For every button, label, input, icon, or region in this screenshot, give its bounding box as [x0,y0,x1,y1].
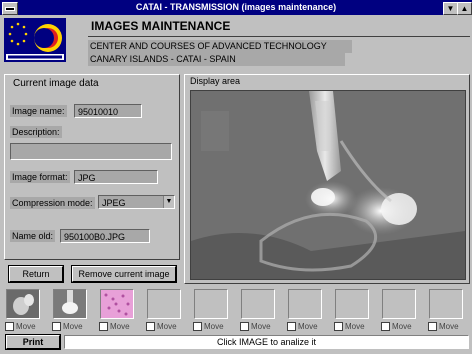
move-label: Move [439,322,459,331]
move-checkbox-9[interactable]: Move [381,322,412,331]
checkbox-icon[interactable] [381,322,390,331]
window-titlebar: CATAI - TRANSMISSION (images maintenance… [0,0,472,15]
move-checkbox-6[interactable]: Move [240,322,271,331]
move-checkbox-5[interactable]: Move [193,322,224,331]
move-label: Move [204,322,224,331]
image-name-label: Image name: [10,105,67,117]
thumbnail-1[interactable] [6,289,40,319]
checkbox-icon[interactable] [5,322,14,331]
move-label: Move [110,322,130,331]
compression-mode-label: Compression mode: [10,197,95,209]
thumbnail-8[interactable] [335,289,369,319]
checkbox-icon[interactable] [334,322,343,331]
header-divider [88,36,470,37]
description-label: Description: [10,126,62,138]
checkbox-icon[interactable] [240,322,249,331]
move-label: Move [157,322,177,331]
system-menu-icon[interactable] [2,2,18,15]
checkbox-icon[interactable] [99,322,108,331]
thumbnail-3[interactable] [100,289,134,319]
image-format-field[interactable]: JPG [74,170,158,184]
move-label: Move [298,322,318,331]
name-old-field[interactable]: 950100B0.JPG [60,229,150,243]
status-bar: Click IMAGE to analize it [64,335,469,349]
print-button[interactable]: Print [5,334,61,350]
header-subtitle-2: CANARY ISLANDS - CATAI - SPAIN [88,53,345,66]
move-checkbox-10[interactable]: Move [428,322,459,331]
move-checkbox-2[interactable]: Move [52,322,83,331]
thumbnail-4[interactable] [147,289,181,319]
checkbox-icon[interactable] [193,322,202,331]
move-checkbox-8[interactable]: Move [334,322,365,331]
maximize-button[interactable]: ▲ [457,2,472,15]
header-subtitle-1: CENTER AND COURSES OF ADVANCED TECHNOLOG… [88,40,352,53]
move-label: Move [345,322,365,331]
chevron-down-icon[interactable]: ▼ [163,196,174,208]
move-label: Move [251,322,271,331]
name-old-label: Name old: [10,230,56,242]
checkbox-icon[interactable] [146,322,155,331]
window-title: CATAI - TRANSMISSION (images maintenance… [135,2,337,12]
move-checkbox-1[interactable]: Move [5,322,36,331]
panel-title: Current image data [13,78,99,89]
move-checkbox-4[interactable]: Move [146,322,177,331]
thumbnail-9[interactable] [382,289,416,319]
move-checkbox-7[interactable]: Move [287,322,318,331]
image-format-label: Image format: [10,171,70,183]
checkbox-icon[interactable] [428,322,437,331]
thumbnail-5[interactable] [194,289,228,319]
move-label: Move [392,322,412,331]
compression-mode-value: JPEG [102,198,126,208]
catai-logo [4,18,66,62]
display-image[interactable] [190,90,466,280]
checkbox-icon[interactable] [52,322,61,331]
thumbnail-10[interactable] [429,289,463,319]
compression-mode-select[interactable]: JPEG ▼ [98,195,175,209]
minimize-button[interactable]: ▼ [443,2,458,15]
move-label: Move [16,322,36,331]
return-button[interactable]: Return [8,265,64,283]
page-title: IMAGES MAINTENANCE [91,19,231,33]
move-checkbox-3[interactable]: Move [99,322,130,331]
image-name-field[interactable]: 95010010 [74,104,142,118]
move-label: Move [63,322,83,331]
checkbox-icon[interactable] [287,322,296,331]
thumbnail-7[interactable] [288,289,322,319]
thumbnail-6[interactable] [241,289,275,319]
thumbnail-2[interactable] [53,289,87,319]
display-area-label: Display area [190,76,241,86]
description-field[interactable] [10,143,172,160]
remove-current-image-button[interactable]: Remove current image [71,265,177,283]
